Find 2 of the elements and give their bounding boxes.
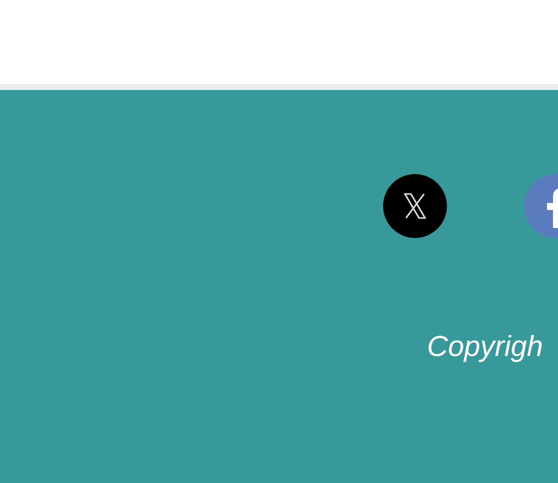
copyright-text: Copyrigh — [426, 330, 544, 365]
x-icon[interactable] — [383, 174, 447, 238]
